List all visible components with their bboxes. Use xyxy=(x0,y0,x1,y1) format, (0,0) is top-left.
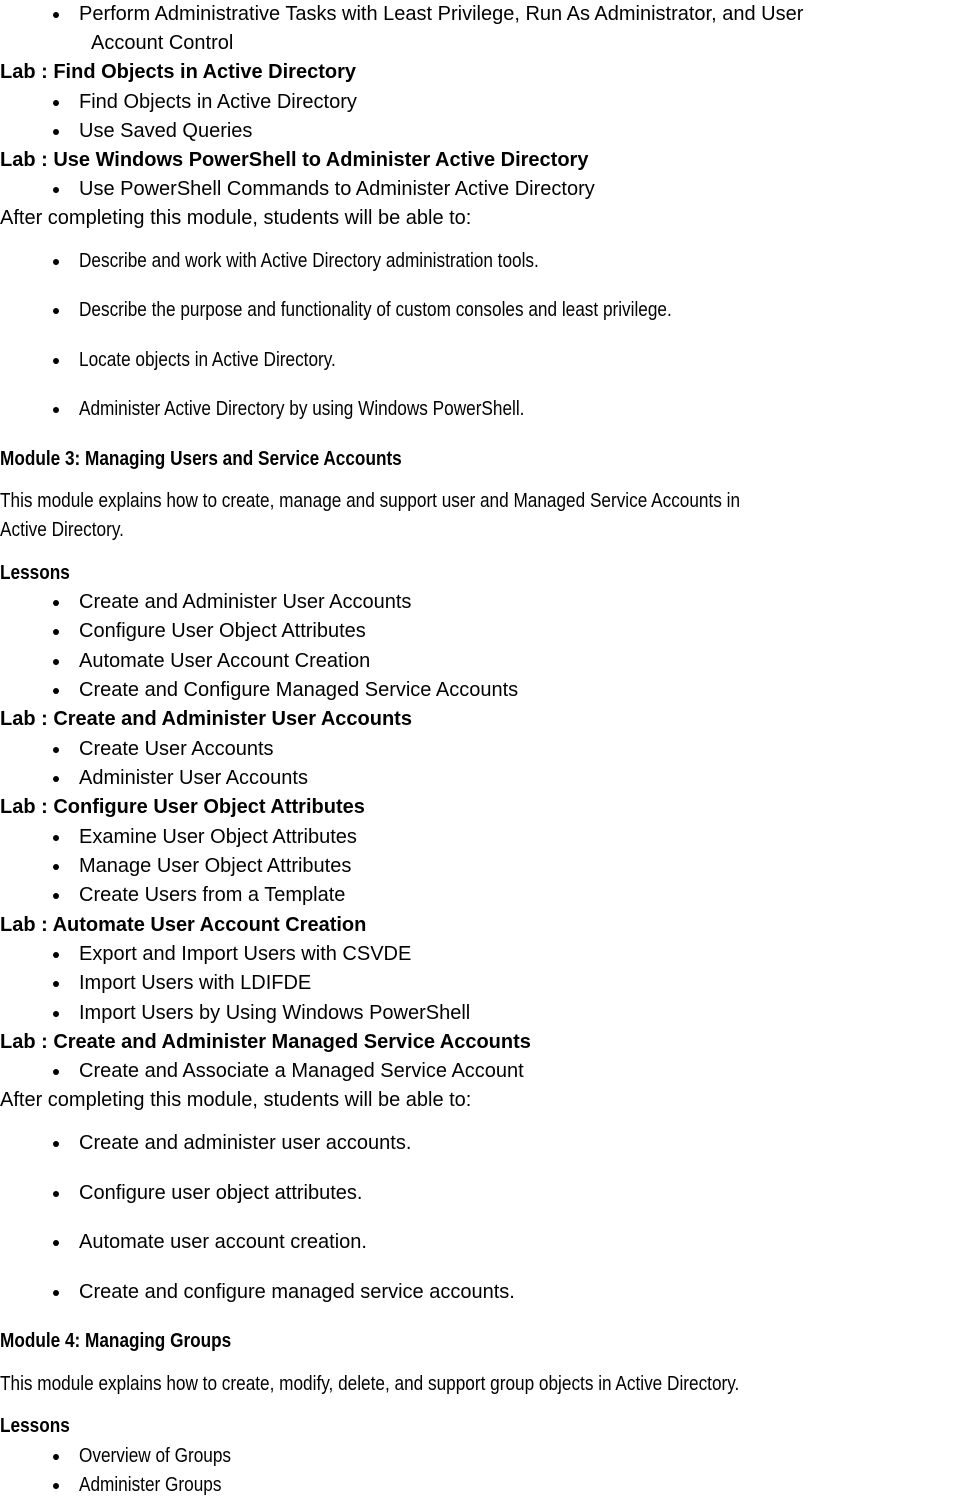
bullet-icon xyxy=(53,776,59,782)
bullet-icon xyxy=(53,1069,59,1075)
module-heading: Module 4: Managing Groups xyxy=(0,1330,232,1352)
module-description: This module explains how to create, modi… xyxy=(0,1373,740,1395)
bullet-icon xyxy=(53,12,59,18)
bullet-icon xyxy=(53,1191,59,1197)
lab-heading: Lab : Use Windows PowerShell to Administ… xyxy=(0,149,589,171)
bullet-icon xyxy=(53,1141,59,1147)
bullet-icon xyxy=(53,600,59,606)
bullet-icon xyxy=(53,952,59,958)
bullet-icon xyxy=(53,1240,59,1246)
bullet-icon xyxy=(53,864,59,870)
bullet-icon xyxy=(53,308,59,314)
bullet-icon xyxy=(53,100,59,106)
lab-heading: Lab : Automate User Account Creation xyxy=(0,914,367,936)
lab-heading: Lab : Create and Administer Managed Serv… xyxy=(0,1031,531,1053)
lab-heading: Lab : Configure User Object Attributes xyxy=(0,796,365,818)
lessons-heading: Lessons xyxy=(0,1415,70,1437)
bullet-icon xyxy=(53,659,59,665)
bullet-icon xyxy=(53,1290,59,1296)
bullet-icon xyxy=(53,407,59,413)
lessons-heading: Lessons xyxy=(0,562,70,584)
module-description: This module explains how to create, mana… xyxy=(0,490,741,512)
lab-heading: Lab : Find Objects in Active Directory xyxy=(0,61,356,83)
bullet-icon xyxy=(53,1454,59,1460)
module-description-continuation: Active Directory. xyxy=(0,519,124,541)
bullet-icon xyxy=(53,358,59,364)
bullet-icon xyxy=(53,747,59,753)
outcomes-intro: After completing this module, students w… xyxy=(0,207,472,229)
module-heading: Module 3: Managing Users and Service Acc… xyxy=(0,448,402,470)
bullet-icon xyxy=(53,259,59,265)
bullet-icon xyxy=(53,629,59,635)
lab-heading: Lab : Create and Administer User Account… xyxy=(0,708,412,730)
list-item-continuation: Account Control xyxy=(91,32,234,54)
bullet-icon xyxy=(53,129,59,135)
bullet-icon xyxy=(53,835,59,841)
outcomes-intro: After completing this module, students w… xyxy=(0,1089,472,1111)
bullet-icon xyxy=(53,1483,59,1489)
bullet-icon xyxy=(53,981,59,987)
bullet-icon xyxy=(53,187,59,193)
bullet-icon xyxy=(53,1011,59,1017)
bullet-icon xyxy=(53,688,59,694)
bullet-icon xyxy=(53,893,59,899)
